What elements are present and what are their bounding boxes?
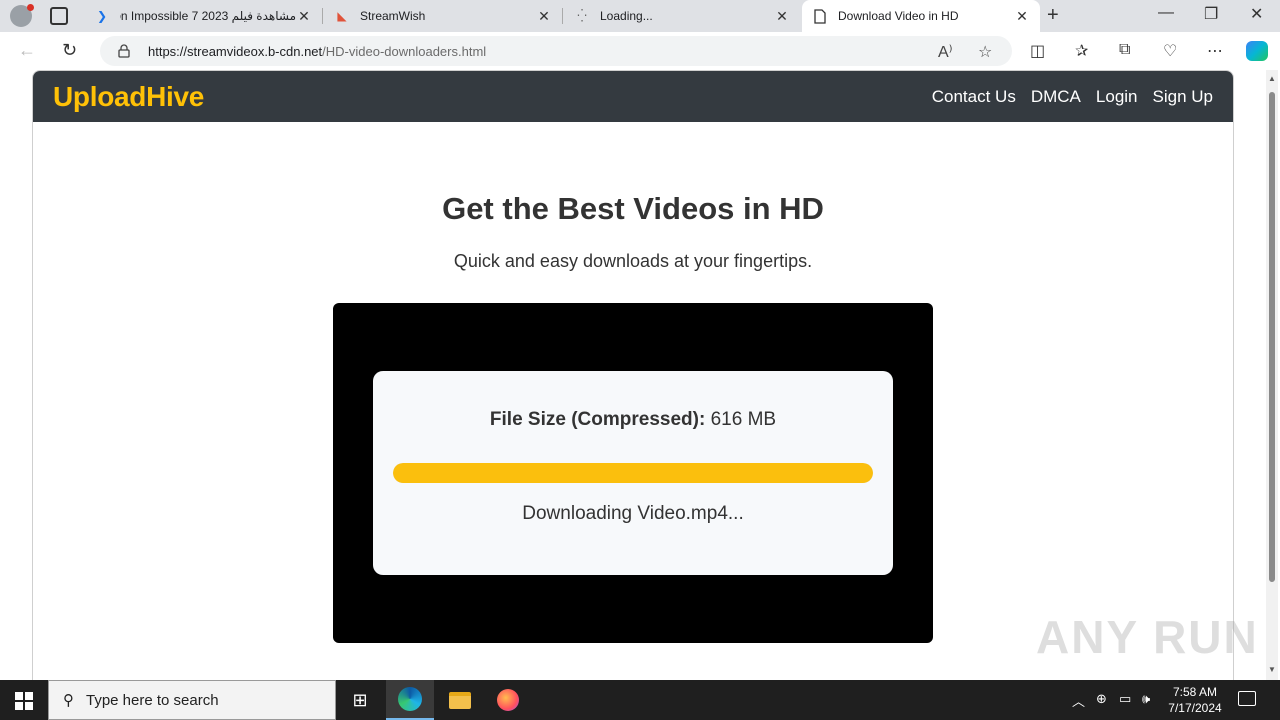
tab-mission-impossible[interactable]: ❯ مشاهدة فيلم Mission Impossible 7 2023 … — [84, 0, 322, 32]
file-size-label: File Size (Compressed): — [489, 409, 706, 430]
search-icon: ⚲ — [63, 692, 74, 709]
favorites-icon[interactable]: ✰ — [1075, 41, 1088, 61]
close-icon[interactable]: ✕ — [536, 8, 552, 25]
edge-logo-icon — [398, 687, 422, 711]
download-status: Downloading Video.mp4... — [522, 503, 744, 524]
browser-essentials-icon[interactable]: ♡ — [1163, 41, 1177, 61]
file-size: File Size (Compressed): 616 MB — [373, 409, 893, 431]
tab-label: مشاهدة فيلم Mission Impossible 7 2023 — [120, 9, 296, 23]
video-player[interactable]: File Size (Compressed): 616 MB Downloadi… — [333, 303, 933, 643]
page-title: Get the Best Videos in HD — [442, 191, 824, 226]
task-view-icon[interactable]: ⊞ — [336, 680, 384, 720]
anyrun-watermark: ANY RUN — [1036, 611, 1259, 663]
loading-spinner-icon: ⁛ — [577, 9, 587, 23]
address-bar[interactable]: https://streamvideox.b-cdn.net/HD-video-… — [100, 36, 1012, 66]
back-icon[interactable]: ← — [18, 40, 36, 61]
site-header: UploadHive Contact Us DMCA Login Sign Up — [33, 71, 1233, 122]
page-viewport: UploadHive Contact Us DMCA Login Sign Up… — [0, 70, 1280, 680]
minimize-icon[interactable]: — — [1158, 4, 1174, 22]
nav-dmca[interactable]: DMCA — [1031, 87, 1081, 107]
tab-streamwish[interactable]: ◣ StreamWish ✕ — [324, 0, 562, 32]
tray-overflow-icon[interactable]: ︿ — [1072, 691, 1085, 710]
clock-time: 7:58 AM — [1172, 685, 1218, 699]
site-container: UploadHive Contact Us DMCA Login Sign Up… — [32, 70, 1234, 680]
scrollbar-thumb[interactable] — [1269, 92, 1275, 582]
page-icon — [812, 8, 828, 24]
edge-taskbar-icon[interactable] — [386, 680, 434, 720]
tab-actions-icon[interactable] — [50, 7, 68, 25]
clock-date: 7/17/2024 — [1168, 701, 1222, 715]
tab-label: StreamWish — [360, 9, 426, 23]
site-nav: Contact Us DMCA Login Sign Up — [932, 87, 1213, 107]
browser-toolbar: ← ↻ https://streamvideox.b-cdn.net/HD-vi… — [0, 32, 1280, 70]
close-icon[interactable]: ✕ — [774, 8, 790, 25]
profile-avatar[interactable] — [10, 4, 34, 27]
taskbar-search-box[interactable]: ⚲ Type here to search — [48, 680, 336, 720]
streamwish-favicon-icon: ◣ — [337, 9, 347, 23]
tab-label: Download Video in HD — [838, 9, 959, 23]
tab-separator — [562, 8, 563, 24]
nav-contact-us[interactable]: Contact Us — [932, 87, 1016, 107]
firefox-logo-icon — [497, 689, 519, 711]
refresh-icon[interactable]: ↻ — [62, 40, 77, 61]
tab-loading[interactable]: ⁛ Loading... ✕ — [564, 0, 800, 32]
lock-icon — [118, 44, 130, 58]
window-close-icon[interactable]: ✕ — [1250, 4, 1263, 24]
collections-icon[interactable]: ⧉ — [1119, 41, 1130, 59]
nav-sign-up[interactable]: Sign Up — [1153, 87, 1213, 107]
nav-login[interactable]: Login — [1096, 87, 1138, 107]
tab-download-video[interactable]: Download Video in HD ✕ — [802, 0, 1040, 32]
scroll-down-icon[interactable]: ▼ — [1268, 665, 1276, 674]
close-icon[interactable]: ✕ — [296, 8, 312, 25]
network-icon[interactable]: ▭ — [1119, 691, 1131, 707]
tab-strip: ❯ مشاهدة فيلم Mission Impossible 7 2023 … — [0, 0, 1280, 32]
scroll-up-icon[interactable]: ▲ — [1268, 74, 1276, 83]
file-explorer-icon[interactable] — [436, 680, 484, 720]
copilot-icon[interactable] — [1246, 41, 1268, 61]
download-progress-bar — [393, 463, 873, 483]
firefox-taskbar-icon[interactable] — [484, 680, 532, 720]
file-size-value: 616 MB — [710, 409, 777, 430]
taskbar-clock[interactable]: 7:58 AM 7/17/2024 — [1162, 684, 1228, 716]
url-text: https://streamvideox.b-cdn.net/HD-video-… — [148, 44, 486, 59]
tray-app-icon[interactable]: ⊕ — [1096, 691, 1107, 707]
page-subtitle: Quick and easy downloads at your fingert… — [453, 251, 813, 271]
volume-icon[interactable]: 🕪 — [1142, 691, 1150, 707]
windows-taskbar: ⚲ Type here to search ⊞ ︿ ⊕ ▭ 🕪 7:58 AM … — [0, 680, 1280, 720]
more-menu-icon[interactable]: ⋯ — [1207, 41, 1223, 61]
page-scrollbar[interactable]: ▲ ▼ — [1266, 70, 1278, 680]
site-logo[interactable]: UploadHive — [53, 81, 204, 113]
restore-icon[interactable]: ❐ — [1204, 4, 1218, 24]
split-screen-icon[interactable]: ◫ — [1030, 41, 1045, 61]
tab-separator — [322, 8, 323, 24]
url-path: /HD-video-downloaders.html — [322, 43, 487, 59]
notification-icon[interactable] — [1238, 691, 1256, 706]
windows-start-icon[interactable] — [15, 692, 33, 710]
download-progress-fill — [393, 463, 873, 483]
close-icon[interactable]: ✕ — [1014, 8, 1030, 25]
tab-label: Loading... — [600, 9, 653, 23]
read-aloud-icon[interactable]: A⁾ — [938, 42, 953, 62]
favorite-star-icon[interactable]: ☆ — [978, 42, 992, 62]
url-host: https://streamvideox.b-cdn.net — [148, 43, 323, 59]
search-placeholder: Type here to search — [86, 691, 219, 709]
folder-icon — [449, 691, 471, 709]
download-card: File Size (Compressed): 616 MB Downloadi… — [373, 371, 893, 575]
new-tab-icon[interactable]: + — [1047, 4, 1059, 27]
site-favicon-icon: ❯ — [96, 9, 108, 23]
